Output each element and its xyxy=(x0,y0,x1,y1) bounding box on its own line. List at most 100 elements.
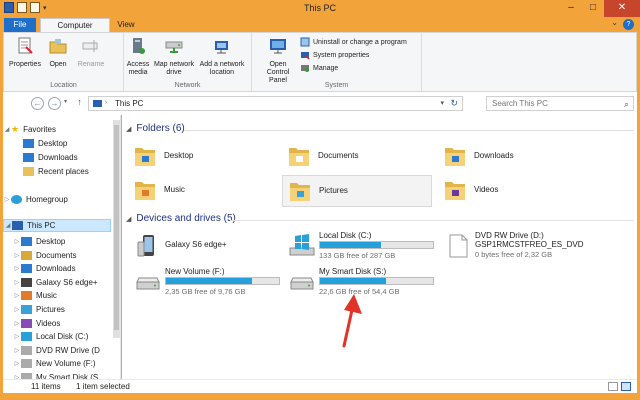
add-network-location-button[interactable]: Add a network location xyxy=(196,36,248,77)
expand-icon[interactable]: ▷ xyxy=(13,279,21,286)
expand-icon[interactable]: ▷ xyxy=(13,360,21,367)
folder-item[interactable]: Videos xyxy=(438,175,588,207)
collapse-section-icon[interactable]: ◢ xyxy=(126,125,131,133)
uninstall-program-button[interactable]: Uninstall or change a program xyxy=(300,37,407,47)
navigation-pane: ◢ ★ Favorites Desktop Downloads Recent p… xyxy=(3,115,121,379)
manage-icon xyxy=(301,65,309,72)
ribbon-group-location: Properties Open Rename Location xyxy=(4,33,124,91)
folders-divider xyxy=(184,130,634,131)
nav-pc-item[interactable]: ▷ Local Disk (C:) xyxy=(13,330,120,343)
nav-scroll-thumb[interactable] xyxy=(114,125,119,330)
up-button[interactable]: ↑ xyxy=(73,97,86,110)
network-drive-icon xyxy=(165,41,183,53)
phone-icon xyxy=(137,235,154,257)
nav-pc-item[interactable]: ▷ DVD RW Drive (D xyxy=(13,344,120,357)
folder-item[interactable]: Documents xyxy=(282,141,432,173)
collapse-section-icon[interactable]: ◢ xyxy=(126,215,131,223)
details-view-icon[interactable] xyxy=(608,382,618,391)
nav-fav-desktop[interactable]: Desktop xyxy=(23,137,120,150)
help-icon[interactable]: ? xyxy=(623,19,634,30)
device-galaxy-s6[interactable]: Galaxy S6 edge+ xyxy=(128,230,283,264)
open-button[interactable]: Open xyxy=(44,36,72,69)
folder-item[interactable]: Pictures xyxy=(282,175,432,207)
nav-item-icon xyxy=(21,277,32,287)
nav-pc-item[interactable]: ▷ Downloads xyxy=(13,262,120,275)
recent-locations-icon[interactable]: ▾ xyxy=(64,98,67,105)
folder-item[interactable]: Music xyxy=(128,175,278,207)
explorer-window: ▾ This PC – □ ✕ File Computer View ⌄ ? P… xyxy=(0,0,640,400)
nav-pc-item[interactable]: ▷ Music xyxy=(13,289,120,302)
minimize-button[interactable]: – xyxy=(560,0,582,17)
nav-pc-item[interactable]: ▷ Pictures xyxy=(13,303,120,316)
drive-local-disk-c[interactable]: Local Disk (C:) 133 GB free of 287 GB xyxy=(282,230,437,264)
folder-item[interactable]: Desktop xyxy=(128,141,278,173)
folder-icon xyxy=(135,148,155,166)
search-icon[interactable]: ⌕ xyxy=(624,99,629,110)
ribbon-collapse-icon[interactable]: ⌄ xyxy=(611,18,618,27)
maximize-button[interactable]: □ xyxy=(582,0,604,17)
devices-section-header[interactable]: ◢ Devices and drives (5) xyxy=(126,213,236,224)
nav-pc-item[interactable]: ▷ My Smart Disk (S xyxy=(13,371,120,379)
address-bar[interactable]: › This PC ▾ ↻ xyxy=(88,96,463,111)
expand-icon[interactable]: ▷ xyxy=(3,196,11,203)
hard-drive-icon xyxy=(136,277,160,290)
forward-button[interactable]: → xyxy=(48,97,61,110)
nav-pc-item[interactable]: ▷ New Volume (F:) xyxy=(13,357,120,370)
window-title: This PC xyxy=(303,3,336,13)
collapse-icon[interactable]: ◢ xyxy=(4,222,12,229)
refresh-icon[interactable]: ↻ xyxy=(450,98,458,109)
breadcrumb[interactable]: This PC xyxy=(115,99,143,108)
expand-icon[interactable]: ▷ xyxy=(13,306,21,313)
nav-favorites[interactable]: ◢ ★ Favorites xyxy=(3,123,111,136)
tab-view[interactable]: View xyxy=(112,18,140,32)
tiles-view-icon[interactable] xyxy=(621,382,631,391)
folder-item[interactable]: Downloads xyxy=(438,141,588,173)
star-icon: ★ xyxy=(11,124,20,134)
nav-item-icon xyxy=(21,345,32,355)
drive-new-volume-f[interactable]: New Volume (F:) 2,35 GB free of 9,76 GB xyxy=(128,266,283,300)
nav-pc-item[interactable]: ▷ Documents xyxy=(13,249,120,262)
drive-dvd-d[interactable]: DVD RW Drive (D:) GSP1RMCSTFREO_ES_DVD 0… xyxy=(438,230,628,264)
map-network-drive-button[interactable]: Map network drive xyxy=(152,36,196,77)
nav-homegroup[interactable]: ▷ Homegroup xyxy=(3,193,111,206)
address-dropdown-icon[interactable]: ▾ xyxy=(440,99,444,107)
nav-this-pc[interactable]: ◢ This PC xyxy=(3,219,111,232)
nav-fav-downloads[interactable]: Downloads xyxy=(23,151,120,164)
nav-pc-item[interactable]: ▷ Galaxy S6 edge+ xyxy=(13,276,120,289)
this-pc-icon xyxy=(93,100,102,107)
tab-file[interactable]: File xyxy=(4,18,36,32)
expand-icon[interactable]: ▷ xyxy=(13,347,21,354)
annotation-arrow xyxy=(342,294,362,348)
manage-button[interactable]: Manage xyxy=(300,63,338,73)
nav-pc-item[interactable]: ▷ Videos xyxy=(13,317,120,330)
folders-section-header[interactable]: ◢ Folders (6) xyxy=(126,123,185,134)
expand-icon[interactable]: ▷ xyxy=(13,252,21,259)
expand-icon[interactable]: ▷ xyxy=(13,320,21,327)
access-media-button[interactable]: Access media xyxy=(124,36,152,77)
ribbon-group-network: Access media Map network drive Add a net… xyxy=(124,33,252,91)
collapse-icon[interactable]: ◢ xyxy=(3,126,11,133)
ribbon-group-label-network: Network xyxy=(174,82,201,89)
devices-divider xyxy=(230,220,634,221)
expand-icon[interactable]: ▷ xyxy=(13,333,21,340)
search-box[interactable]: ⌕ xyxy=(486,96,634,111)
system-properties-button[interactable]: System properties xyxy=(300,50,369,60)
rename-button[interactable]: Rename xyxy=(74,36,108,69)
nav-fav-recent-places[interactable]: Recent places xyxy=(23,165,120,178)
expand-icon[interactable]: ▷ xyxy=(13,265,21,272)
close-button[interactable]: ✕ xyxy=(604,0,640,17)
open-control-panel-button[interactable]: Open Control Panel xyxy=(258,36,298,85)
expand-icon[interactable]: ▷ xyxy=(13,292,21,299)
tab-computer[interactable]: Computer xyxy=(40,18,110,32)
expand-icon[interactable]: ▷ xyxy=(13,238,21,245)
properties-button[interactable]: Properties xyxy=(8,36,42,69)
folder-icon xyxy=(289,148,309,166)
media-server-icon xyxy=(133,38,145,54)
back-button[interactable]: ← xyxy=(31,97,44,110)
ribbon-tabs: File Computer View ⌄ ? xyxy=(0,17,640,32)
search-input[interactable] xyxy=(492,99,612,108)
nav-scrollbar[interactable] xyxy=(113,120,120,338)
nav-pc-item[interactable]: ▷ Desktop xyxy=(13,235,120,248)
breadcrumb-chevron-icon[interactable]: › xyxy=(105,100,107,106)
ribbon-group-label-system: System xyxy=(324,82,349,89)
